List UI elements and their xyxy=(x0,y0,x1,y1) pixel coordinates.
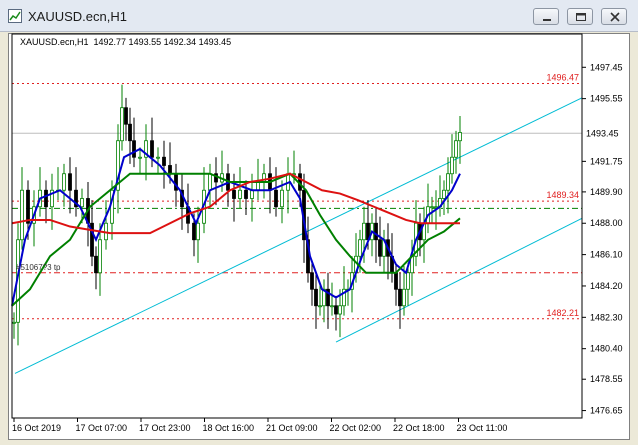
candle-body xyxy=(238,189,242,199)
x-tick-label: 16 Oct 2019 xyxy=(12,423,61,433)
candle-body xyxy=(256,181,260,191)
candle-body xyxy=(68,173,72,191)
candle-body xyxy=(44,189,48,208)
candle-body xyxy=(120,107,124,142)
y-tick-label: 1489.90 xyxy=(590,187,623,197)
symbol-info: XAUUSD.ecn,H1 1492.77 1493.55 1492.34 14… xyxy=(20,37,232,47)
candle-body xyxy=(374,222,378,241)
candle-body xyxy=(80,198,84,208)
candle-body xyxy=(168,165,172,175)
candle-body xyxy=(250,189,254,199)
candle-body xyxy=(162,156,166,166)
candle-body xyxy=(450,156,454,175)
x-tick-label: 23 Oct 11:00 xyxy=(457,423,508,433)
candle-body xyxy=(232,189,236,199)
candle-body xyxy=(94,255,98,274)
x-tick-label: 17 Oct 07:00 xyxy=(76,423,128,433)
candle-body xyxy=(406,272,410,290)
price-chart[interactable]: 1496.47 1489.34 1482.21 #51067?3 tp 1497.45… xyxy=(0,0,638,445)
candle-body xyxy=(20,189,24,241)
x-tick-label: 18 Oct 16:00 xyxy=(203,423,255,433)
candle-body xyxy=(398,288,402,307)
y-tick-label: 1488.00 xyxy=(590,218,623,228)
candle-body xyxy=(132,140,136,158)
y-tick-label: 1482.30 xyxy=(590,312,623,322)
candle-body xyxy=(402,288,406,307)
candle-body xyxy=(378,239,382,257)
candle-body xyxy=(310,272,314,290)
price-level-label: 1482.21 xyxy=(546,308,579,318)
y-tick-label: 1478.55 xyxy=(590,374,623,384)
ma-mid-line xyxy=(11,172,461,307)
candle-body xyxy=(244,189,248,199)
candle-body xyxy=(318,305,322,308)
candle-body xyxy=(394,272,398,290)
candle-body xyxy=(12,321,16,324)
candle-body xyxy=(128,123,132,142)
candle-body xyxy=(454,140,458,158)
plot-frame xyxy=(11,33,583,419)
y-tick-label: 1476.65 xyxy=(590,406,623,416)
candle-body xyxy=(156,156,160,159)
candle-body xyxy=(150,140,154,158)
y-tick-label: 1480.40 xyxy=(590,344,623,354)
candle-body xyxy=(330,305,334,308)
y-tick-label: 1486.10 xyxy=(590,250,623,260)
candle-body xyxy=(430,206,434,209)
candle-body xyxy=(98,239,102,274)
x-tick-label: 22 Oct 18:00 xyxy=(393,423,445,433)
y-tick-label: 1497.45 xyxy=(590,62,623,72)
price-level-label: 1489.34 xyxy=(546,190,579,200)
candle-body xyxy=(274,189,278,208)
candle-body xyxy=(208,173,212,191)
y-tick-label: 1495.55 xyxy=(590,94,623,104)
candle-body xyxy=(334,305,338,315)
candle-body xyxy=(446,173,450,191)
current-price-label: 1493.45 xyxy=(586,128,619,138)
y-tick-label: 1484.20 xyxy=(590,281,623,291)
order-line-label: #51067?3 tp xyxy=(16,263,61,272)
candle-body xyxy=(62,173,66,191)
candle-body xyxy=(442,189,446,199)
x-tick-label: 22 Oct 02:00 xyxy=(330,423,382,433)
price-level-label: 1496.47 xyxy=(546,72,579,82)
y-tick-label: 1491.75 xyxy=(590,156,623,166)
x-tick-label: 17 Oct 23:00 xyxy=(139,423,191,433)
candle-body xyxy=(196,222,200,241)
candle-body xyxy=(358,239,362,257)
candle-body xyxy=(362,222,366,241)
candle-body xyxy=(192,222,196,241)
candle-body xyxy=(26,189,30,224)
candle-body xyxy=(314,288,318,307)
x-tick-label: 21 Oct 09:00 xyxy=(266,423,318,433)
candle-body xyxy=(280,189,284,208)
candle-body xyxy=(338,305,342,315)
candle-body xyxy=(458,132,462,142)
candle-body xyxy=(138,156,142,159)
candle-body xyxy=(124,107,128,125)
